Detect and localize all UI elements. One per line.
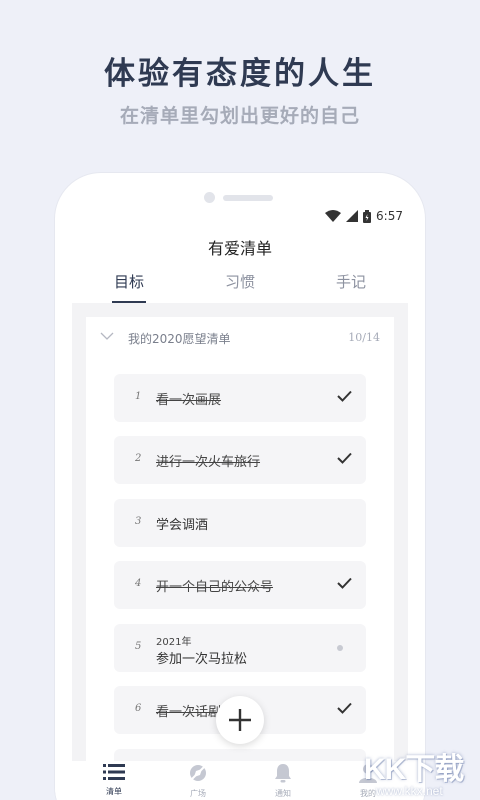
tab-habits[interactable]: 习惯 [225,271,255,303]
item-text: 看一次画展 [156,393,222,408]
nav-item-notifications[interactable]: 通知 [253,763,313,799]
watermark-main: KK下载 [364,753,464,786]
item-number: 1 [135,391,142,402]
list-item[interactable]: 4 开一个自己的公众号 [114,561,366,609]
nav-label: 清单 [106,787,122,796]
item-text: 看一次话剧 [156,705,222,720]
list-item[interactable]: 2 进行一次火车旅行 [114,436,366,484]
item-year: 2021年 [156,637,192,648]
item-number: 3 [135,516,142,527]
list-item[interactable]: 1 看一次画展 [114,374,366,422]
wishlist-header[interactable]: 我的2020愿望清单 10/14 [86,329,394,349]
status-time: 6:57 [376,209,403,223]
status-bar: 6:57 [325,208,403,224]
pending-dot-icon[interactable] [337,645,343,651]
item-number: 5 [135,641,142,652]
item-number: 4 [135,578,142,589]
chevron-down-icon[interactable] [100,332,114,341]
item-text: 参加一次马拉松 [156,652,248,667]
watermark-logo: KK下载 www.kkx.net [360,742,480,800]
item-number: 2 [135,453,142,464]
promo-headline: 体验有态度的人生 [104,56,376,92]
signal-icon [346,210,359,222]
app-title: 有爱清单 [207,239,272,258]
bell-icon [275,764,291,783]
phone-speaker [223,195,273,201]
list-item[interactable]: 3 学会调酒 [114,499,366,547]
compass-icon [190,765,206,781]
list-icon [103,764,125,780]
front-camera [204,192,215,203]
tab-bar: 目标 习惯 手记 [72,271,408,303]
watermark-url: www.kkx.net [376,784,443,798]
nav-item-square[interactable]: 广场 [168,763,228,799]
list-item[interactable]: 5 2021年 参加一次马拉松 [114,624,366,672]
promo-subline: 在清单里勾划出更好的自己 [119,105,360,127]
tab-notes[interactable]: 手记 [336,271,366,303]
item-text: 学会调酒 [156,518,209,533]
plus-icon [229,709,251,731]
tab-goals[interactable]: 目标 [111,271,147,303]
phone-frame: 6:57 有爱清单 目标 习惯 手记 我的2020愿望清单 10/14 1 看一… [55,173,425,800]
add-item-button[interactable] [216,696,264,744]
check-icon[interactable] [337,390,352,402]
check-icon[interactable] [337,452,352,464]
battery-icon [363,209,372,223]
wishlist-title: 我的2020愿望清单 [128,332,231,346]
check-icon[interactable] [337,577,352,589]
item-text: 开一个自己的公众号 [156,580,274,595]
item-number: 6 [135,703,142,714]
check-icon[interactable] [337,702,352,714]
wifi-icon [325,210,342,222]
nav-item-list[interactable]: 清单 [84,763,144,797]
item-text: 进行一次火车旅行 [156,455,261,470]
nav-label: 通知 [275,789,291,798]
wishlist-count: 10/14 [348,331,380,344]
nav-label: 广场 [190,789,206,798]
